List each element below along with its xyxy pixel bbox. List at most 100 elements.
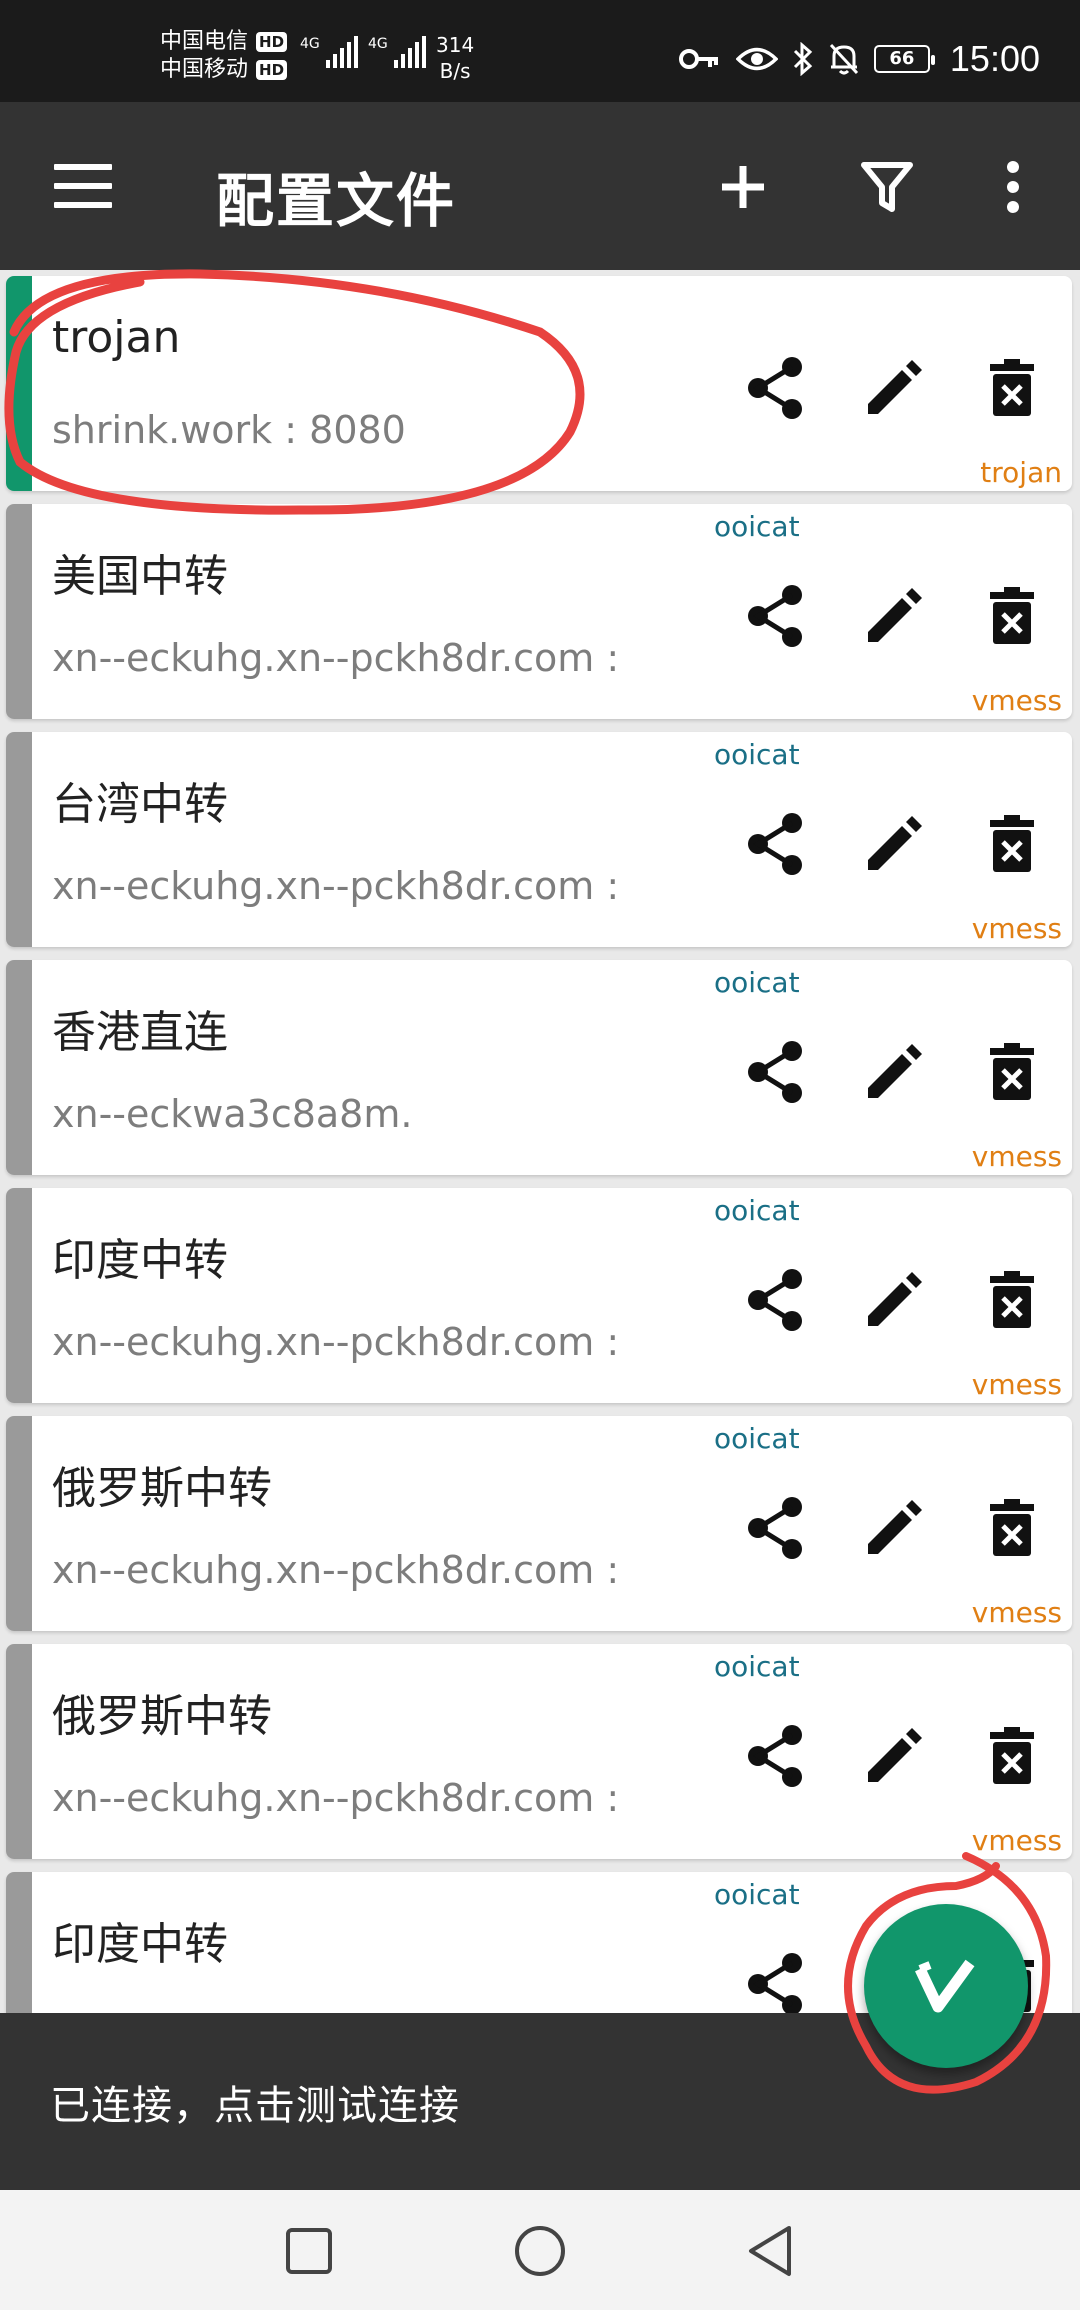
profile-card[interactable]: 俄罗斯中转 xn--eckuhg.xn--pckh8dr.com : ooica… [6,1416,1072,1631]
connection-status-text: 已连接，点击测试连接 [50,2083,460,2129]
share-button[interactable] [736,804,816,884]
edit-icon [868,1044,922,1098]
profile-address: xn--eckuhg.xn--pckh8dr.com : [52,864,620,908]
network-speed: 314 B/s [436,33,475,83]
share-button[interactable] [736,1260,816,1340]
profile-card[interactable]: 台湾中转 xn--eckuhg.xn--pckh8dr.com : ooicat… [6,732,1072,947]
edit-icon [868,588,922,642]
profile-card[interactable]: 美国中转 xn--eckuhg.xn--pckh8dr.com : ooicat… [6,504,1072,719]
protocol-type-label: trojan [980,456,1062,489]
profile-list[interactable]: trojan shrink.work : 8080 trojan 美国中转 xn… [0,270,1080,2013]
profile-address: xn--eckuhg.xn--pckh8dr.com : [52,1548,620,1592]
bell-off-icon [829,43,859,75]
back-button[interactable] [735,2216,805,2286]
subscription-label: ooicat [714,1650,800,1683]
menu-icon[interactable] [54,164,112,208]
profile-address: xn--eckuhg.xn--pckh8dr.com : [52,636,620,680]
share-button[interactable] [736,576,816,656]
recents-button[interactable] [274,2216,344,2286]
delete-icon [990,1043,1034,1100]
delete-button[interactable] [972,576,1052,656]
share-icon [748,1041,802,1103]
connect-toggle-button[interactable] [864,1904,1028,2068]
edit-button[interactable] [854,1488,934,1568]
delete-button[interactable] [972,804,1052,884]
share-icon [748,813,802,875]
more-vert-icon [1007,161,1019,213]
profile-card[interactable]: 印度中转 xn--eckuhg.xn--pckh8dr.com : ooicat… [6,1188,1072,1403]
back-triangle-icon [749,2226,791,2276]
subscription-label: ooicat [714,510,800,543]
home-circle-icon [515,2226,565,2276]
profile-card[interactable]: trojan shrink.work : 8080 trojan [6,276,1072,491]
profile-address: xn--eckuhg.xn--pckh8dr.com : [52,1320,620,1364]
share-button[interactable] [736,1032,816,1112]
subscription-label: ooicat [714,1194,800,1227]
subscription-label: ooicat [714,966,800,999]
signal-strength-icon: 4G [300,36,358,68]
system-nav-bar [0,2190,1080,2310]
page-title: 配置文件 [216,167,457,235]
selection-strip [6,1872,32,2013]
clock: 15:00 [949,38,1040,79]
signal-strength-icon: 4G [368,36,426,68]
profile-card[interactable]: 香港直连 xn--eckwa3c8a8m. ooicat vmess [6,960,1072,1175]
selection-strip [6,1644,32,1859]
share-icon [748,1725,802,1787]
edit-button[interactable] [854,1716,934,1796]
profile-name: 印度中转 [52,1235,228,1286]
carrier-2: 中国移动 [160,57,249,82]
delete-button[interactable] [972,1032,1052,1112]
profile-name: 俄罗斯中转 [52,1463,272,1514]
profile-address: xn--eckwa3c8a8m. [52,1092,413,1136]
protocol-type-label: vmess [971,1368,1062,1401]
selection-strip [6,504,32,719]
protocol-type-label: vmess [971,1596,1062,1629]
profile-name: 俄罗斯中转 [52,1691,272,1742]
battery-icon: 66 [873,45,935,73]
selection-strip [6,960,32,1175]
delete-button[interactable] [972,1260,1052,1340]
edit-button[interactable] [854,804,934,884]
share-button[interactable] [736,1488,816,1568]
subscription-label: ooicat [714,1422,800,1455]
edit-button[interactable] [854,1260,934,1340]
share-button[interactable] [736,1944,816,2013]
delete-icon [990,359,1034,416]
share-icon [748,585,802,647]
edit-icon [868,816,922,870]
delete-button[interactable] [972,1716,1052,1796]
selection-strip [6,732,32,947]
profile-card[interactable]: 俄罗斯中转 xn--eckuhg.xn--pckh8dr.com : ooica… [6,1644,1072,1859]
delete-button[interactable] [972,1488,1052,1568]
profile-name: 台湾中转 [52,779,228,830]
profile-name: 美国中转 [52,551,228,602]
edit-button[interactable] [854,1032,934,1112]
filter-button[interactable] [852,152,922,222]
share-icon [748,357,802,419]
profile-address: shrink.work : 8080 [52,408,406,452]
delete-icon [990,1499,1034,1556]
recents-square-icon [286,2228,332,2274]
selection-strip [6,1416,32,1631]
more-options-button[interactable] [978,152,1048,222]
edit-button[interactable] [854,348,934,428]
share-button[interactable] [736,1716,816,1796]
share-icon [748,1953,802,2013]
add-profile-button[interactable] [708,152,778,222]
v-logo-icon [915,1959,975,2013]
profile-name: 印度中转 [52,1919,228,1970]
edit-icon [868,1500,922,1554]
delete-button[interactable] [972,348,1052,428]
eye-icon [735,47,778,71]
edit-icon [868,360,922,414]
hd-badge: HD [256,32,288,52]
edit-icon [868,1728,922,1782]
carrier-info: 中国电信 HD 中国移动 HD [160,28,288,84]
edit-button[interactable] [854,576,934,656]
home-button[interactable] [505,2216,575,2286]
delete-icon [990,815,1034,872]
app-bar: 配置文件 [0,102,1080,270]
hd-badge: HD [256,60,288,80]
share-button[interactable] [736,348,816,428]
